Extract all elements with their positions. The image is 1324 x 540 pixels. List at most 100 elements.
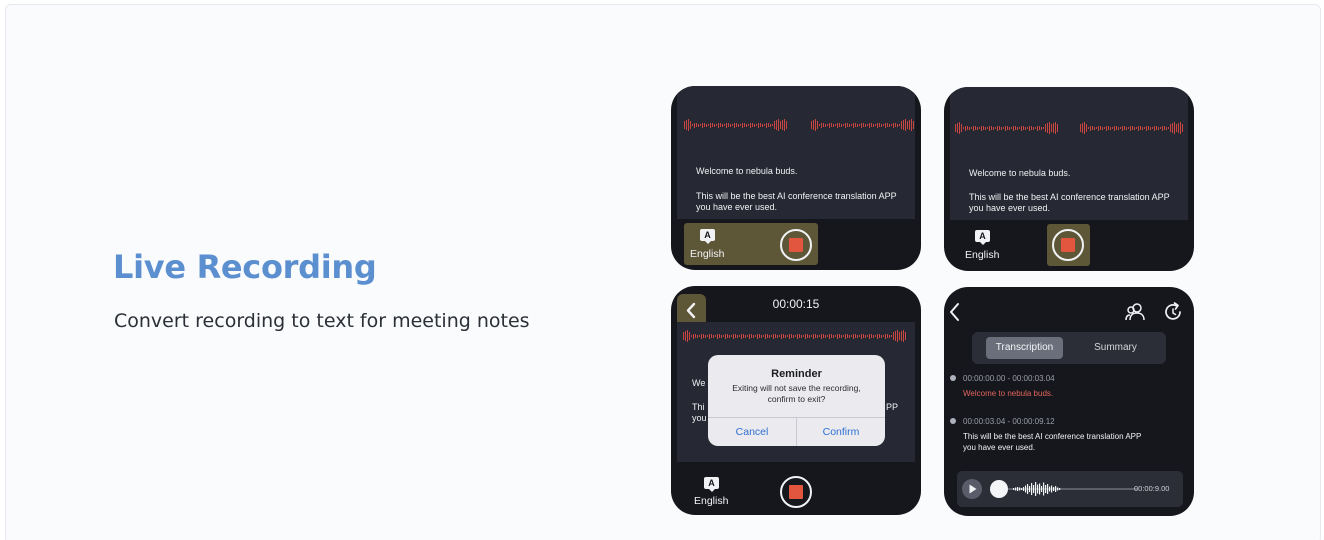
waveform-bar <box>1130 125 1131 131</box>
waveform-bar <box>1080 124 1081 132</box>
waveform-bar <box>1156 126 1157 130</box>
waveform-bar <box>1088 127 1089 129</box>
waveform-bar <box>807 334 808 338</box>
waveform-bar <box>831 123 832 127</box>
waveform-bar <box>761 334 762 338</box>
waveform-bar <box>732 124 733 126</box>
tab-summary[interactable]: Summary <box>1077 337 1154 359</box>
back-icon[interactable] <box>948 302 962 322</box>
cancel-button[interactable]: Cancel <box>708 418 796 446</box>
language-icon[interactable]: A <box>700 229 715 244</box>
waveform-bar <box>745 334 746 338</box>
feature-subtitle: Convert recording to text for meeting no… <box>114 310 530 332</box>
waveform-bar <box>829 333 830 339</box>
language-icon[interactable]: A <box>704 477 719 492</box>
waveform-bar <box>1090 125 1091 131</box>
playback-waveform[interactable] <box>987 477 1137 501</box>
transcript-line: PP <box>886 402 899 412</box>
waveform-bar <box>837 333 838 339</box>
watch-screen-recording-1: Welcome to nebula buds. This will be the… <box>671 86 921 270</box>
waveform-bar <box>1160 127 1161 129</box>
waveform-bar <box>701 333 702 339</box>
waveform-bar <box>1035 482 1037 496</box>
waveform-bar <box>1015 126 1016 130</box>
tab-transcription[interactable]: Transcription <box>986 337 1063 359</box>
regenerate-icon[interactable] <box>1162 301 1184 323</box>
waveform-bar <box>899 332 900 340</box>
waveform-bar <box>1019 127 1020 129</box>
waveform-bar <box>776 120 777 130</box>
waveform-bar <box>775 334 776 338</box>
waveform-bar <box>710 122 711 128</box>
waveform-bar <box>1003 127 1004 129</box>
waveform-bar <box>1158 126 1159 130</box>
entry-text[interactable]: This will be the best AI conference tran… <box>963 431 1141 442</box>
waveform-bar <box>709 333 710 339</box>
speakers-icon[interactable] <box>1124 301 1146 323</box>
waveform-bar <box>797 333 798 339</box>
waveform-bar <box>835 124 836 126</box>
waveform-bar <box>981 125 982 131</box>
waveform-bar <box>1031 126 1032 130</box>
waveform-bar <box>1049 122 1050 134</box>
waveform-bar <box>783 334 784 338</box>
waveform-bar <box>1017 487 1019 491</box>
waveform-bar <box>995 127 996 129</box>
waveform-bar <box>751 334 752 338</box>
waveform <box>811 118 914 132</box>
waveform-bar <box>1053 123 1054 133</box>
language-label[interactable]: English <box>965 249 999 261</box>
waveform-bar <box>987 127 988 129</box>
waveform-bar <box>725 333 726 339</box>
timeline-dot <box>950 375 956 381</box>
waveform-bar <box>1150 126 1151 130</box>
waveform-bar <box>865 334 866 338</box>
waveform-bar <box>809 334 810 338</box>
waveform-bar <box>696 123 697 127</box>
waveform-bar <box>813 120 814 130</box>
waveform-bar <box>686 120 687 130</box>
waveform-bar <box>873 123 874 127</box>
waveform-bar <box>865 123 866 127</box>
waveform-bar <box>877 333 878 339</box>
waveform-bar <box>979 127 980 129</box>
waveform-bar <box>901 121 902 129</box>
language-icon[interactable]: A <box>975 230 990 245</box>
waveform-bar <box>853 122 854 128</box>
waveform-bar <box>787 335 788 337</box>
waveform-bar <box>975 126 976 130</box>
waveform-bar <box>734 122 735 128</box>
waveform-bar <box>1120 127 1121 129</box>
language-label[interactable]: English <box>694 495 728 507</box>
waveform-bar <box>963 127 964 129</box>
waveform-bar <box>863 334 864 338</box>
waveform-bar <box>1053 487 1055 491</box>
entry-text[interactable]: Welcome to nebula buds. <box>963 388 1053 399</box>
language-label[interactable]: English <box>690 248 724 260</box>
watch-screen-transcript: Transcription Summary 00:00:00.00 - 00:0… <box>944 287 1194 516</box>
stop-record-button[interactable] <box>1052 229 1084 261</box>
waveform-bar <box>993 126 994 130</box>
reminder-dialog: Reminder Exiting will not save the recor… <box>708 355 885 446</box>
waveform-bar <box>731 335 732 337</box>
stop-record-button[interactable] <box>780 229 812 261</box>
waveform-bar <box>1084 122 1085 134</box>
dialog-title: Reminder <box>771 368 822 380</box>
waveform-bar <box>1174 122 1175 134</box>
stop-record-button[interactable] <box>780 476 812 508</box>
waveform-bar <box>817 334 818 338</box>
waveform-bar <box>777 334 778 338</box>
waveform-bar <box>869 333 870 339</box>
waveform-bar <box>687 330 688 342</box>
transcript-line: This will be the best AI conference tran… <box>969 192 1170 202</box>
waveform-bar <box>738 123 739 127</box>
waveform-bar <box>772 124 773 126</box>
waveform-bar <box>1027 484 1029 494</box>
confirm-button[interactable]: Confirm <box>797 418 885 446</box>
waveform-bar <box>897 123 898 127</box>
entry-text[interactable]: you have ever used. <box>963 442 1035 453</box>
waveform-bar <box>1104 127 1105 129</box>
waveform-bar <box>825 334 826 338</box>
waveform-bar <box>1112 127 1113 129</box>
play-icon[interactable] <box>961 478 983 500</box>
